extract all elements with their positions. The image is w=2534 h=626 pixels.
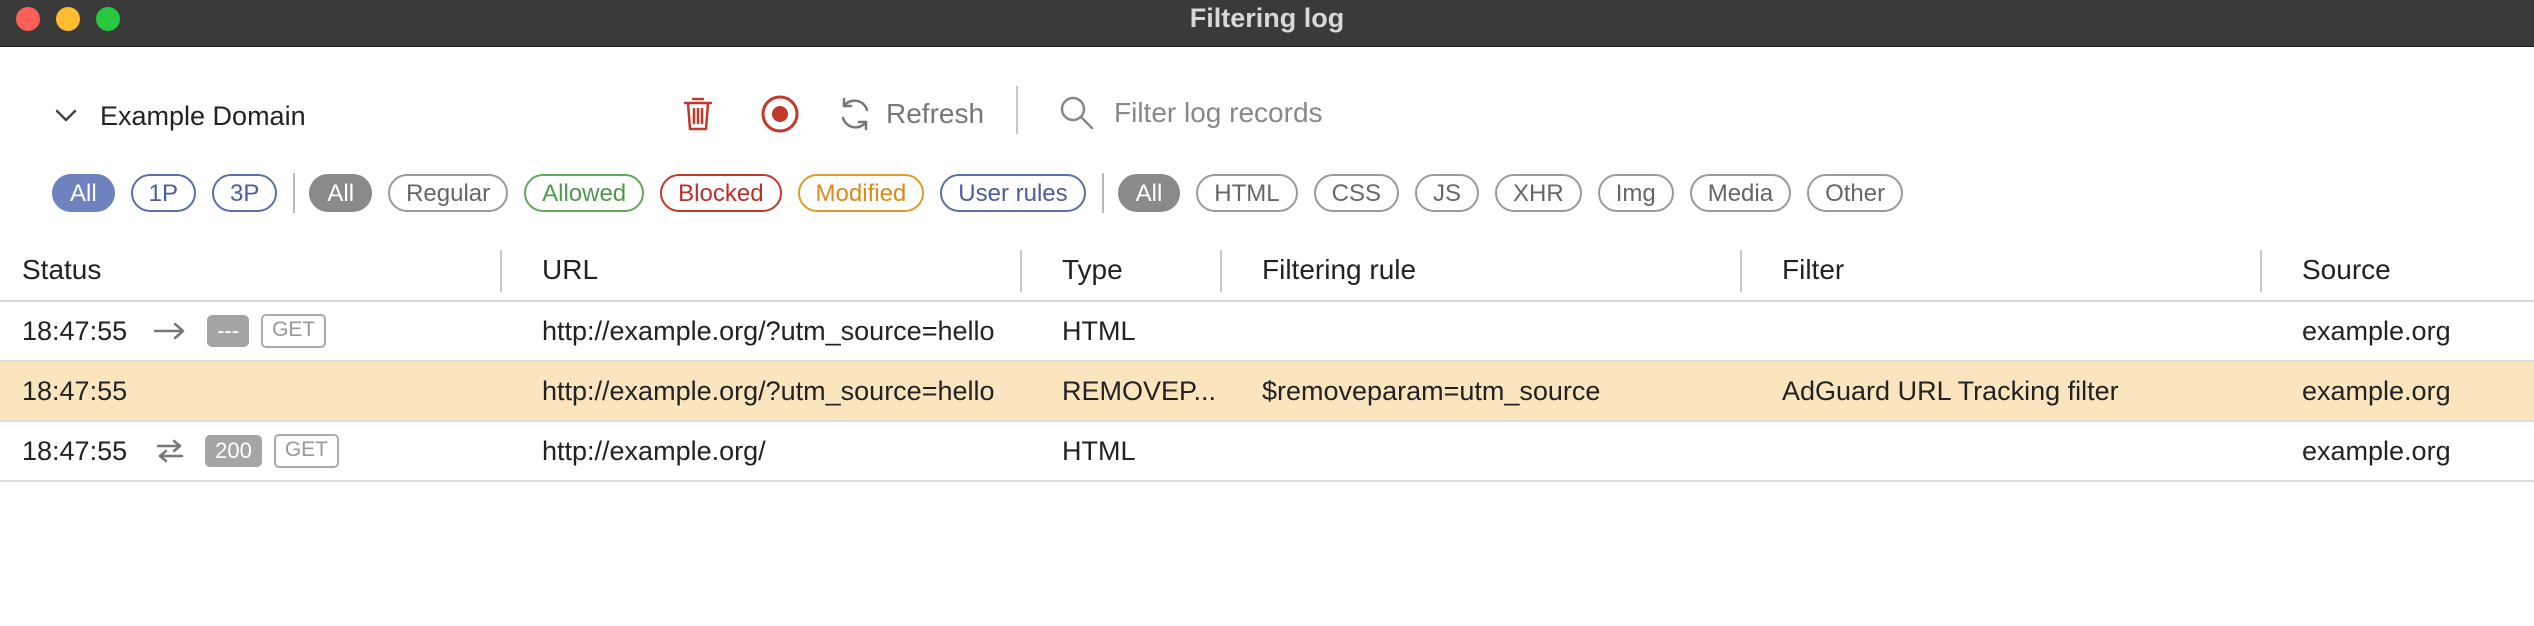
filter-cell: AdGuard URL Tracking filter — [1782, 376, 2119, 406]
type-filter-other[interactable]: Other — [1807, 174, 1904, 212]
status-code-badge: --- — [207, 315, 250, 347]
column-header-filter[interactable]: Filter — [1782, 240, 1844, 300]
table-row[interactable]: 18:47:55 200 GET http://example.org/ HTM… — [0, 422, 2534, 482]
tab-selector[interactable]: Example Domain — [54, 96, 306, 136]
event-filter-all[interactable]: All — [309, 174, 373, 212]
party-filter-all[interactable]: All — [52, 174, 115, 212]
column-resize-handle[interactable] — [2260, 250, 2262, 292]
toolbar-divider — [1016, 86, 1018, 134]
column-resize-handle[interactable] — [1020, 250, 1022, 292]
url-cell: http://example.org/?utm_source=hello — [542, 376, 995, 406]
party-filter-1p[interactable]: 1P — [130, 174, 197, 212]
type-filter-media[interactable]: Media — [1689, 174, 1792, 212]
refresh-label: Refresh — [886, 98, 985, 129]
record-icon — [761, 95, 799, 133]
window-title: Filtering log — [1189, 3, 1345, 33]
source-cell: example.org — [2302, 376, 2451, 406]
event-filter-allowed[interactable]: Allowed — [524, 174, 645, 212]
type-filter-xhr[interactable]: XHR — [1495, 174, 1582, 212]
toolbar: Example Domain Refresh — [0, 46, 2534, 170]
filter-chips: All 1P 3P All Regular Allowed Blocked Mo… — [52, 172, 1919, 214]
method-badge: GET — [273, 434, 339, 468]
type-filter-css[interactable]: CSS — [1313, 174, 1399, 212]
clear-log-button[interactable] — [674, 90, 722, 138]
status-code-badge: 200 — [205, 435, 262, 467]
type-filter-js[interactable]: JS — [1415, 174, 1480, 212]
record-button[interactable] — [756, 90, 804, 138]
event-filter-modified[interactable]: Modified — [797, 174, 925, 212]
event-filter-blocked[interactable]: Blocked — [660, 174, 782, 212]
column-header-type[interactable]: Type — [1062, 240, 1123, 300]
status-cell: 18:47:55 — [22, 362, 127, 420]
type-cell: REMOVEP... — [1062, 376, 1217, 406]
status-cell: 18:47:55 --- GET — [22, 302, 327, 360]
search-input[interactable] — [1112, 96, 1636, 130]
request-time: 18:47:55 — [22, 315, 128, 346]
tab-selector-label: Example Domain — [100, 100, 306, 131]
url-cell: http://example.org/?utm_source=hello — [542, 316, 995, 346]
chip-divider — [1101, 173, 1104, 213]
url-cell: http://example.org/ — [542, 436, 766, 466]
column-header-source[interactable]: Source — [2302, 240, 2391, 300]
table-row-modified[interactable]: 18:47:55 http://example.org/?utm_source=… — [0, 362, 2534, 422]
column-header-rule[interactable]: Filtering rule — [1262, 240, 1416, 300]
type-filter-img[interactable]: Img — [1597, 174, 1674, 212]
request-time: 18:47:55 — [22, 435, 128, 466]
column-header-url[interactable]: URL — [542, 240, 598, 300]
source-cell: example.org — [2302, 436, 2451, 466]
party-filter-3p[interactable]: 3P — [212, 174, 278, 212]
column-resize-handle[interactable] — [1740, 250, 1742, 292]
refresh-button[interactable]: Refresh — [836, 90, 984, 138]
search-box[interactable] — [1058, 88, 1658, 138]
type-cell: HTML — [1062, 436, 1136, 466]
method-badge: GET — [261, 314, 327, 348]
type-cell: HTML — [1062, 316, 1136, 346]
chip-divider — [293, 173, 296, 213]
type-filter-html[interactable]: HTML — [1196, 174, 1298, 212]
title-bar: Filtering log — [0, 0, 2534, 47]
trash-icon — [683, 97, 713, 131]
chevron-down-icon — [55, 109, 77, 122]
type-filter-all[interactable]: All — [1117, 174, 1181, 212]
column-header-status[interactable]: Status — [22, 240, 101, 300]
event-filter-user-rules[interactable]: User rules — [940, 174, 1086, 212]
filtering-log-window: Filtering log Example Domain Refresh Fil… — [0, 0, 2534, 626]
request-time: 18:47:55 — [22, 375, 128, 406]
event-filter-regular[interactable]: Regular — [388, 174, 509, 212]
rule-cell: $removeparam=utm_source — [1262, 376, 1601, 406]
right-arrow-icon — [153, 321, 187, 341]
table-header: Status URL Type Filtering rule Filter So… — [0, 240, 2534, 302]
table-row[interactable]: 18:47:55 --- GET http://example.org/?utm… — [0, 302, 2534, 362]
column-resize-handle[interactable] — [1220, 250, 1222, 292]
refresh-icon — [841, 97, 869, 131]
status-cell: 18:47:55 200 GET — [22, 422, 339, 480]
column-resize-handle[interactable] — [500, 250, 502, 292]
swap-arrows-icon — [155, 439, 185, 463]
source-cell: example.org — [2302, 316, 2451, 346]
search-icon — [1060, 96, 1094, 130]
